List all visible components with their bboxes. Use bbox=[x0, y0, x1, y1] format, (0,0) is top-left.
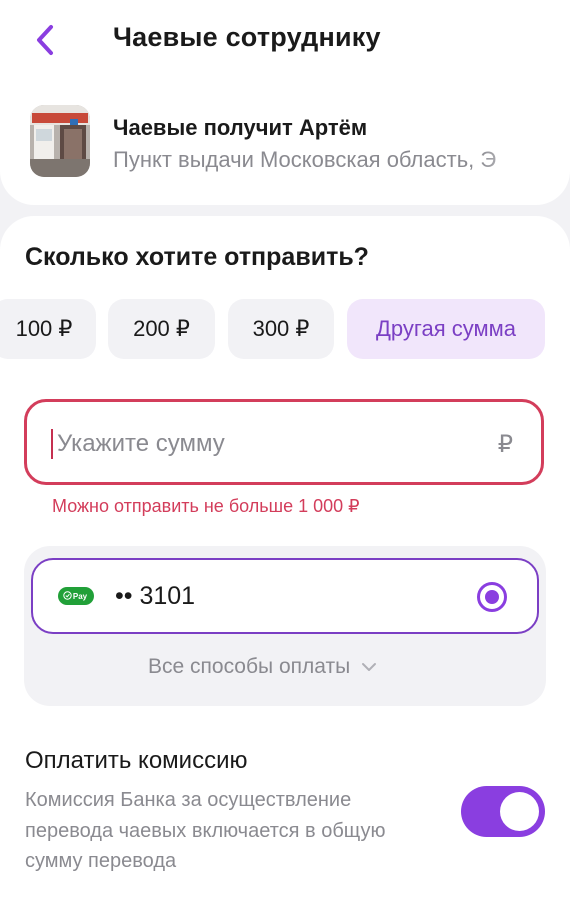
fee-description: Комиссия Банка за осуществление перевода… bbox=[25, 789, 386, 872]
text-caret bbox=[51, 429, 53, 459]
chevron-down-icon bbox=[362, 663, 377, 671]
card-radio-selected[interactable] bbox=[477, 582, 507, 612]
sberpay-badge-icon: Pay bbox=[58, 587, 94, 605]
all-methods-label: Все способы оплаты bbox=[148, 655, 351, 678]
pay-badge-label: Pay bbox=[72, 591, 88, 601]
back-button[interactable] bbox=[28, 20, 62, 60]
amount-chip-100[interactable]: 100 ₽ bbox=[0, 299, 96, 359]
toggle-knob bbox=[500, 792, 539, 831]
payment-card-option[interactable]: Pay •• 3101 bbox=[31, 558, 539, 634]
recipient-location: Пункт выдачи Московская область, Э bbox=[113, 147, 497, 172]
card-number: •• 3101 bbox=[115, 582, 196, 610]
fee-toggle[interactable] bbox=[461, 786, 545, 837]
page-title: Чаевые сотруднику bbox=[113, 22, 381, 52]
chevron-left-icon bbox=[37, 25, 53, 55]
recipient-photo bbox=[30, 105, 90, 177]
amount-chip-custom[interactable]: Другая сумма bbox=[347, 299, 545, 359]
radio-dot bbox=[485, 590, 499, 604]
all-payment-methods-link[interactable]: Все способы оплаты bbox=[148, 655, 378, 679]
fee-title: Оплатить комиссию bbox=[25, 747, 248, 774]
amount-chip-200[interactable]: 200 ₽ bbox=[108, 299, 215, 359]
header-card: Чаевые сотруднику Чаевые получит Артём П… bbox=[0, 0, 570, 205]
amount-question: Сколько хотите отправить? bbox=[25, 243, 369, 271]
amount-input[interactable]: Укажите сумму ₽ bbox=[24, 399, 544, 485]
amount-placeholder: Укажите сумму bbox=[57, 430, 225, 457]
amount-chip-300[interactable]: 300 ₽ bbox=[228, 299, 334, 359]
recipient-title: Чаевые получит Артём bbox=[113, 115, 368, 140]
currency-symbol: ₽ bbox=[497, 431, 513, 458]
amount-error-message: Можно отправить не больше 1 000 ₽ bbox=[52, 496, 360, 516]
